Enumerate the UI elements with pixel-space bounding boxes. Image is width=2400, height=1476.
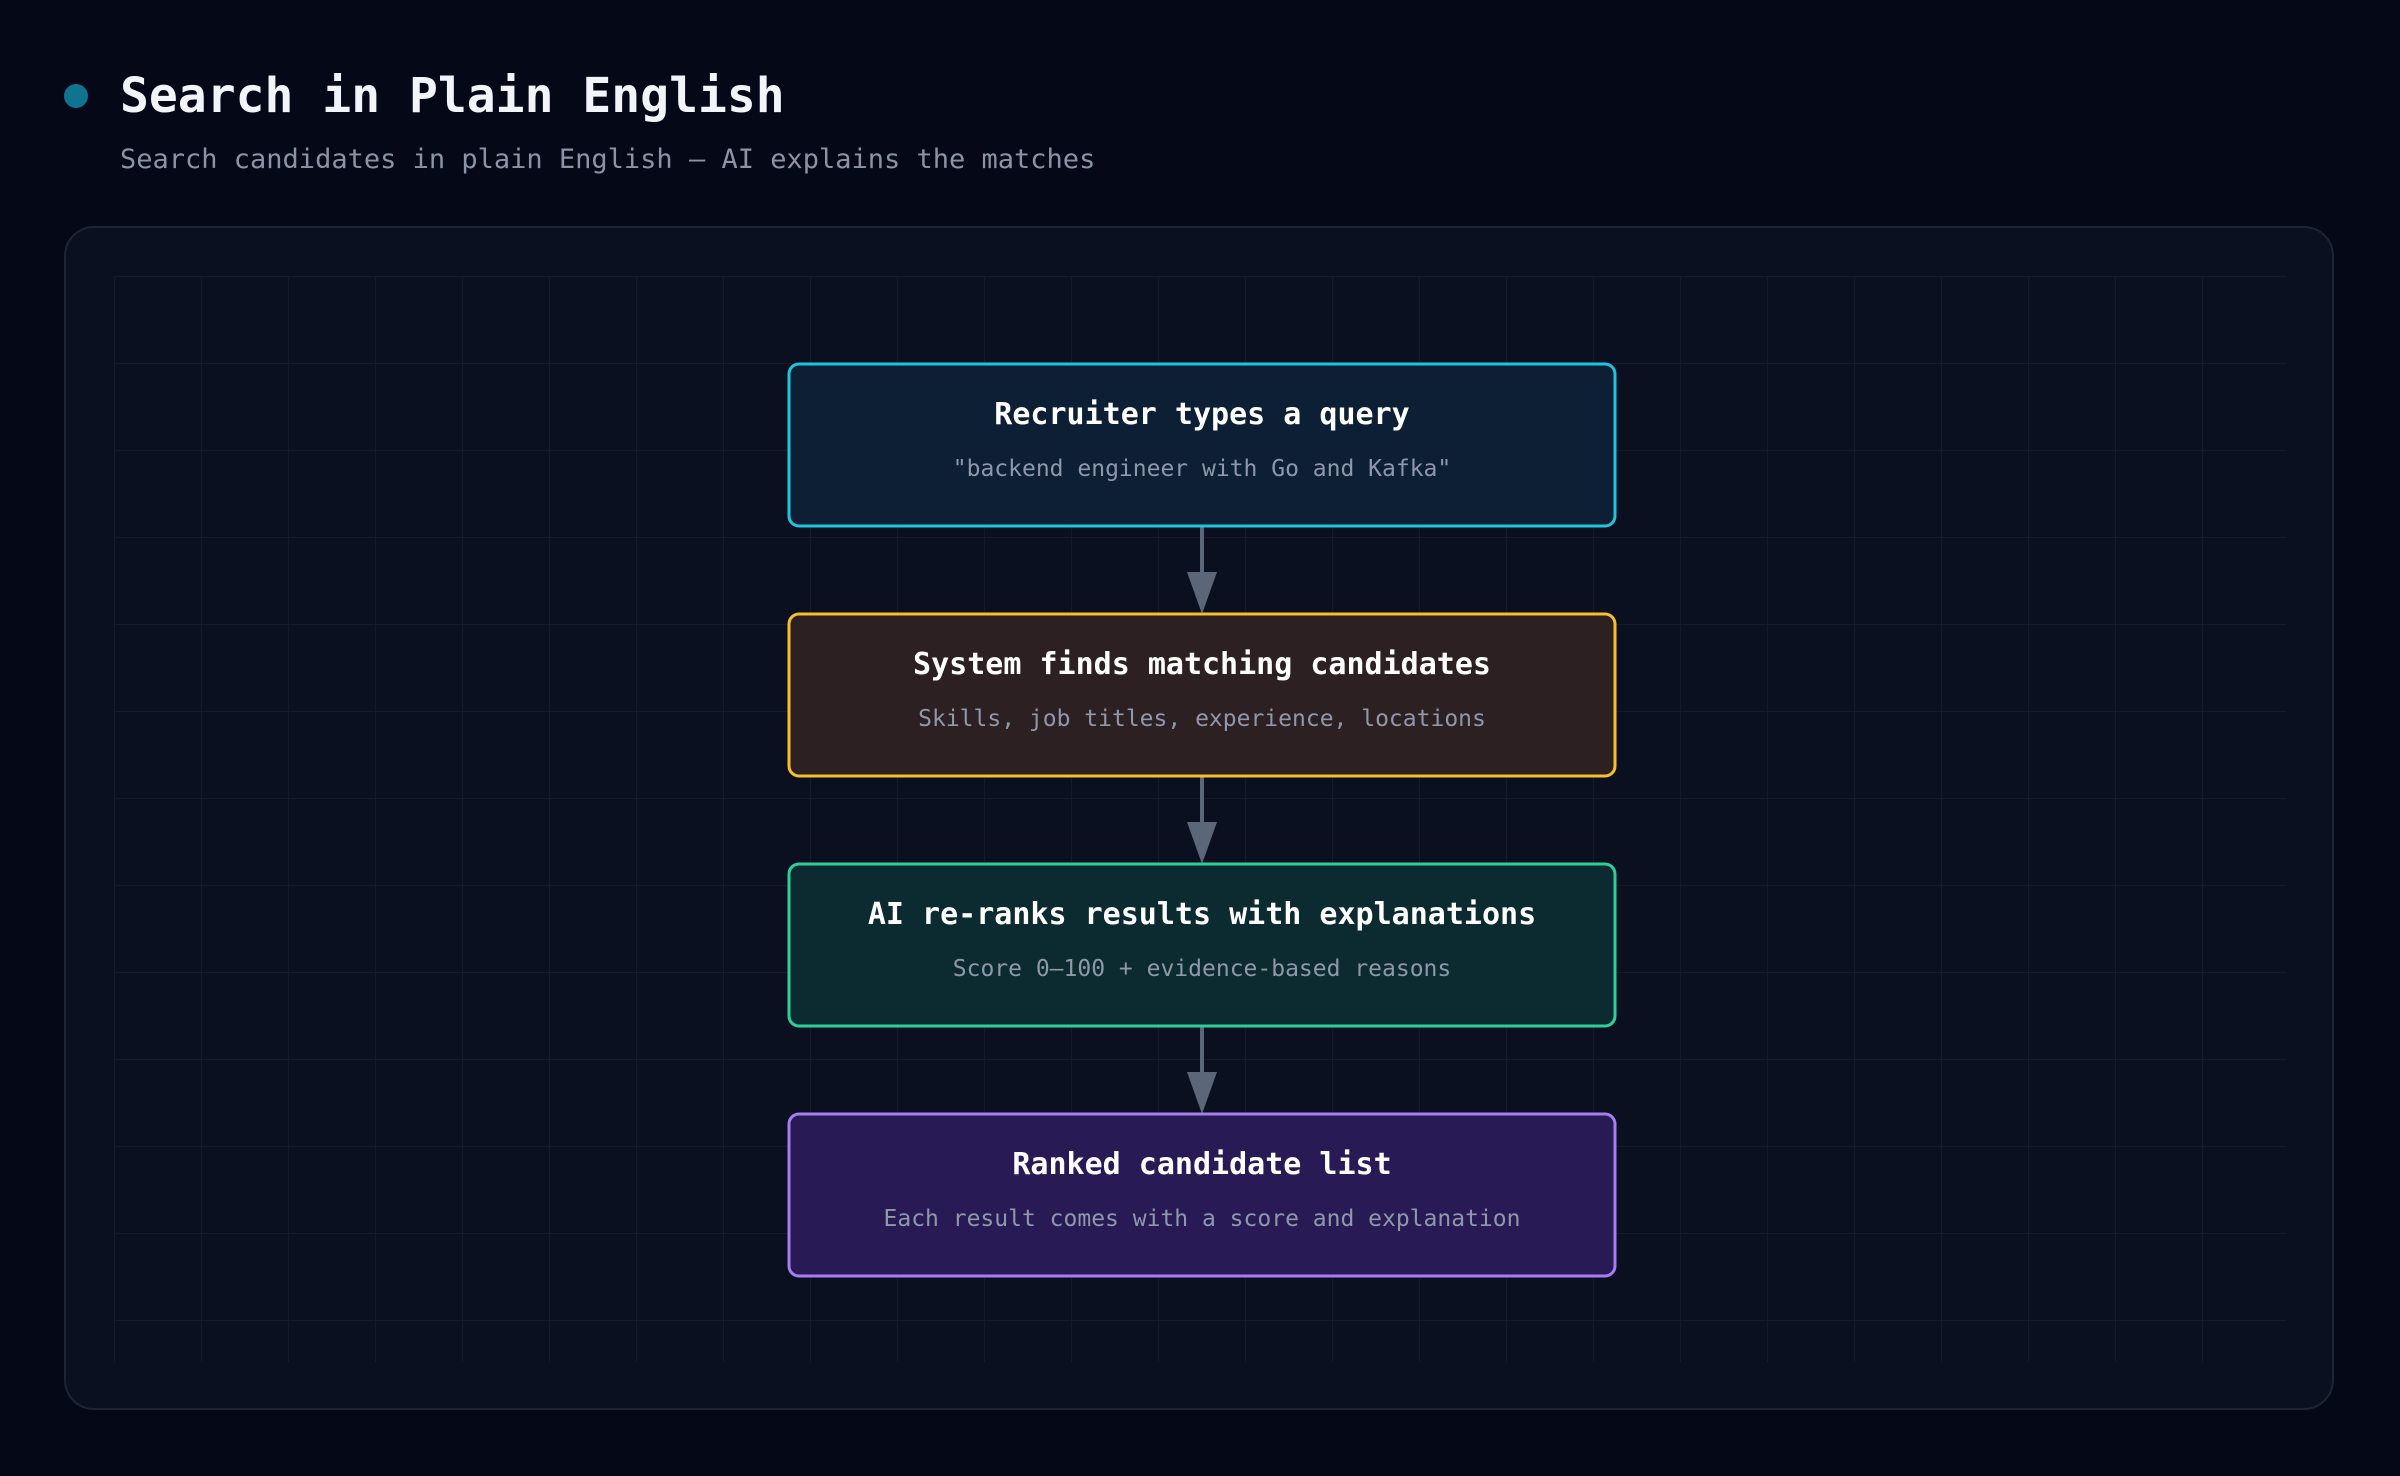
flow-node-box: [787, 362, 1617, 528]
flow-node-subtitle: "backend engineer with Go and Kafka": [953, 456, 1452, 482]
flow-node-subtitle: Skills, job titles, experience, location…: [918, 706, 1486, 732]
flow-node-title: AI re-ranks results with explanations: [868, 897, 1536, 932]
flow-node-box: [787, 612, 1617, 778]
flow-node-title: System finds matching candidates: [913, 647, 1491, 682]
flow-node-rerank: AI re-ranks results with explanations Sco…: [787, 862, 1617, 1028]
flow-node-title: Ranked candidate list: [1012, 1147, 1391, 1182]
flow-node-subtitle: Score 0–100 + evidence-based reasons: [953, 956, 1452, 982]
flow-node-box: [787, 1112, 1617, 1278]
flow-node-box: [787, 862, 1617, 1028]
title-bullet-dot-icon: [64, 84, 88, 108]
diagram-panel: Recruiter types a query "backend engineer…: [64, 226, 2334, 1410]
flow-diagram: Recruiter types a query "backend engineer…: [114, 276, 2286, 1362]
page-subtitle: Search candidates in plain English — AI …: [120, 144, 1096, 175]
flow-node-subtitle: Each result comes with a score and expla…: [884, 1206, 1521, 1232]
flow-node-title: Recruiter types a query: [994, 397, 1409, 432]
page-title: Search in Plain English: [120, 68, 785, 124]
flow-node-ranked: Ranked candidate list Each result comes w…: [787, 1112, 1617, 1278]
flow-node-query: Recruiter types a query "backend engineer…: [787, 362, 1617, 528]
page: Search in Plain English Search candidate…: [0, 0, 2400, 1476]
flow-node-match: System finds matching candidates Skills, …: [787, 612, 1617, 778]
